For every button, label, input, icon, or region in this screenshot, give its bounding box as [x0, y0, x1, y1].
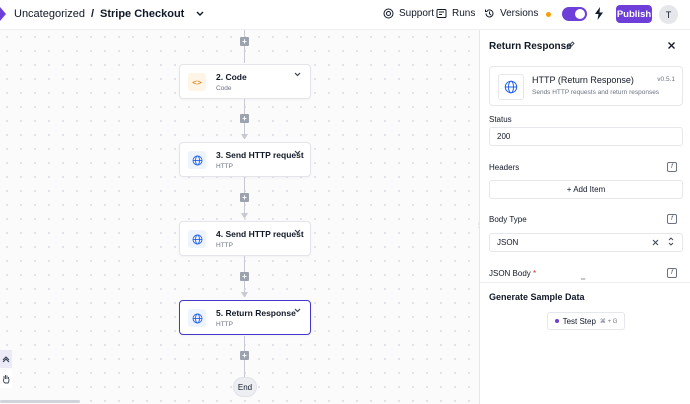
step-card-http-3[interactable]: 3. Send HTTP request HTTP [179, 142, 311, 177]
runs-icon [436, 8, 447, 19]
toggle-knob [575, 9, 585, 19]
breadcrumb-separator: / [90, 8, 94, 20]
add-step-icon[interactable]: + [240, 272, 249, 281]
step-card-http-4[interactable]: 4. Send HTTP request HTTP [179, 221, 311, 256]
test-step-button[interactable]: Test Step ⌘ + G [547, 312, 625, 330]
body-type-value: JSON [497, 238, 519, 247]
versions-button[interactable]: Versions [484, 8, 538, 19]
history-icon [484, 8, 495, 19]
chevron-down-icon[interactable] [294, 229, 301, 236]
piece-description: Sends HTTP requests and return responses [532, 89, 660, 96]
bolt-icon[interactable] [594, 7, 604, 23]
globe-icon [188, 230, 206, 248]
keyboard-shortcut: ⌘ + G [599, 318, 618, 325]
step-card-code[interactable]: <> 2. Code Code [179, 64, 311, 99]
step-card-return-response[interactable]: 5. Return Response HTTP [179, 300, 311, 335]
arrow-down-icon [241, 134, 248, 139]
fit-view-icon[interactable] [0, 350, 12, 368]
globe-icon [188, 151, 206, 169]
runs-label: Runs [452, 8, 476, 19]
step-subtitle: HTTP [216, 163, 233, 170]
runs-button[interactable]: Runs [436, 8, 475, 19]
json-body-label-text: JSON Body [489, 269, 531, 278]
formula-icon[interactable]: f [667, 162, 677, 172]
globe-icon [188, 309, 206, 327]
chevron-down-icon[interactable] [196, 9, 204, 19]
globe-icon [498, 74, 524, 100]
flow-name[interactable]: Stripe Checkout [100, 8, 184, 20]
breadcrumb-folder[interactable]: Uncategorized [14, 8, 85, 20]
formula-icon[interactable]: f [667, 214, 677, 224]
step-subtitle: Code [216, 85, 232, 92]
hand-icon[interactable] [0, 370, 12, 388]
body-type-select[interactable]: JSON [489, 233, 683, 252]
chevron-down-icon[interactable] [294, 72, 301, 79]
step-subtitle: HTTP [216, 242, 233, 249]
app-logo[interactable] [0, 7, 6, 21]
headers-label: Headers [489, 163, 520, 172]
add-step-icon[interactable]: + [240, 193, 249, 202]
piece-version: v0.5.1 [657, 76, 675, 83]
formula-icon[interactable]: f [667, 268, 677, 278]
step-title: 2. Code [216, 72, 247, 82]
status-dot-icon [554, 319, 559, 323]
chevron-up-down-icon[interactable] [668, 237, 674, 248]
chevron-down-icon[interactable] [294, 150, 301, 157]
arrow-down-icon [241, 213, 248, 218]
step-title: 4. Send HTTP request [216, 229, 304, 239]
required-mark: * [533, 269, 537, 278]
json-body-label: JSON Body * [489, 269, 536, 278]
chevron-down-icon[interactable] [294, 308, 301, 315]
piece-info-card: HTTP (Return Response) v0.5.1 Sends HTTP… [489, 66, 683, 106]
end-node: End [233, 377, 257, 397]
generate-sample-title: Generate Sample Data [489, 292, 585, 302]
arrow-down-icon [241, 292, 248, 297]
piece-name: HTTP (Return Response) [532, 75, 634, 85]
avatar[interactable]: T [659, 5, 678, 24]
horizontal-scrollbar[interactable] [0, 400, 80, 403]
connector-line [244, 30, 245, 63]
step-subtitle: HTTP [216, 321, 233, 328]
support-icon [383, 8, 394, 19]
add-step-icon[interactable]: + [240, 351, 249, 360]
step-title: 3. Send HTTP request [216, 150, 304, 160]
step-settings-panel: Return Response HTTP (Return Response) v… [479, 30, 690, 404]
status-label: Status [489, 115, 512, 124]
add-step-icon[interactable]: + [240, 37, 249, 46]
add-item-button[interactable]: + Add Item [489, 180, 683, 199]
step-title: 5. Return Response [216, 308, 296, 318]
versions-label: Versions [500, 8, 539, 19]
drag-handle-icon[interactable]: ═ [581, 277, 585, 283]
panel-title: Return Response [489, 41, 572, 52]
status-dot [546, 12, 551, 17]
pencil-icon[interactable] [566, 41, 575, 52]
test-step-label: Test Step [562, 316, 596, 326]
enable-flow-toggle[interactable] [562, 7, 587, 21]
status-input[interactable]: 200 [489, 127, 683, 146]
body-type-label: Body Type [489, 215, 527, 224]
support-button[interactable]: Support [383, 8, 434, 19]
close-icon[interactable] [667, 39, 676, 53]
support-label: Support [399, 8, 435, 19]
top-bar: Uncategorized / Stripe Checkout Support … [0, 0, 690, 30]
breadcrumb: Uncategorized / Stripe Checkout [14, 8, 204, 20]
code-icon: <> [188, 73, 206, 91]
publish-button[interactable]: Publish [616, 5, 652, 23]
add-step-icon[interactable]: + [240, 114, 249, 123]
clear-icon[interactable] [652, 238, 659, 248]
